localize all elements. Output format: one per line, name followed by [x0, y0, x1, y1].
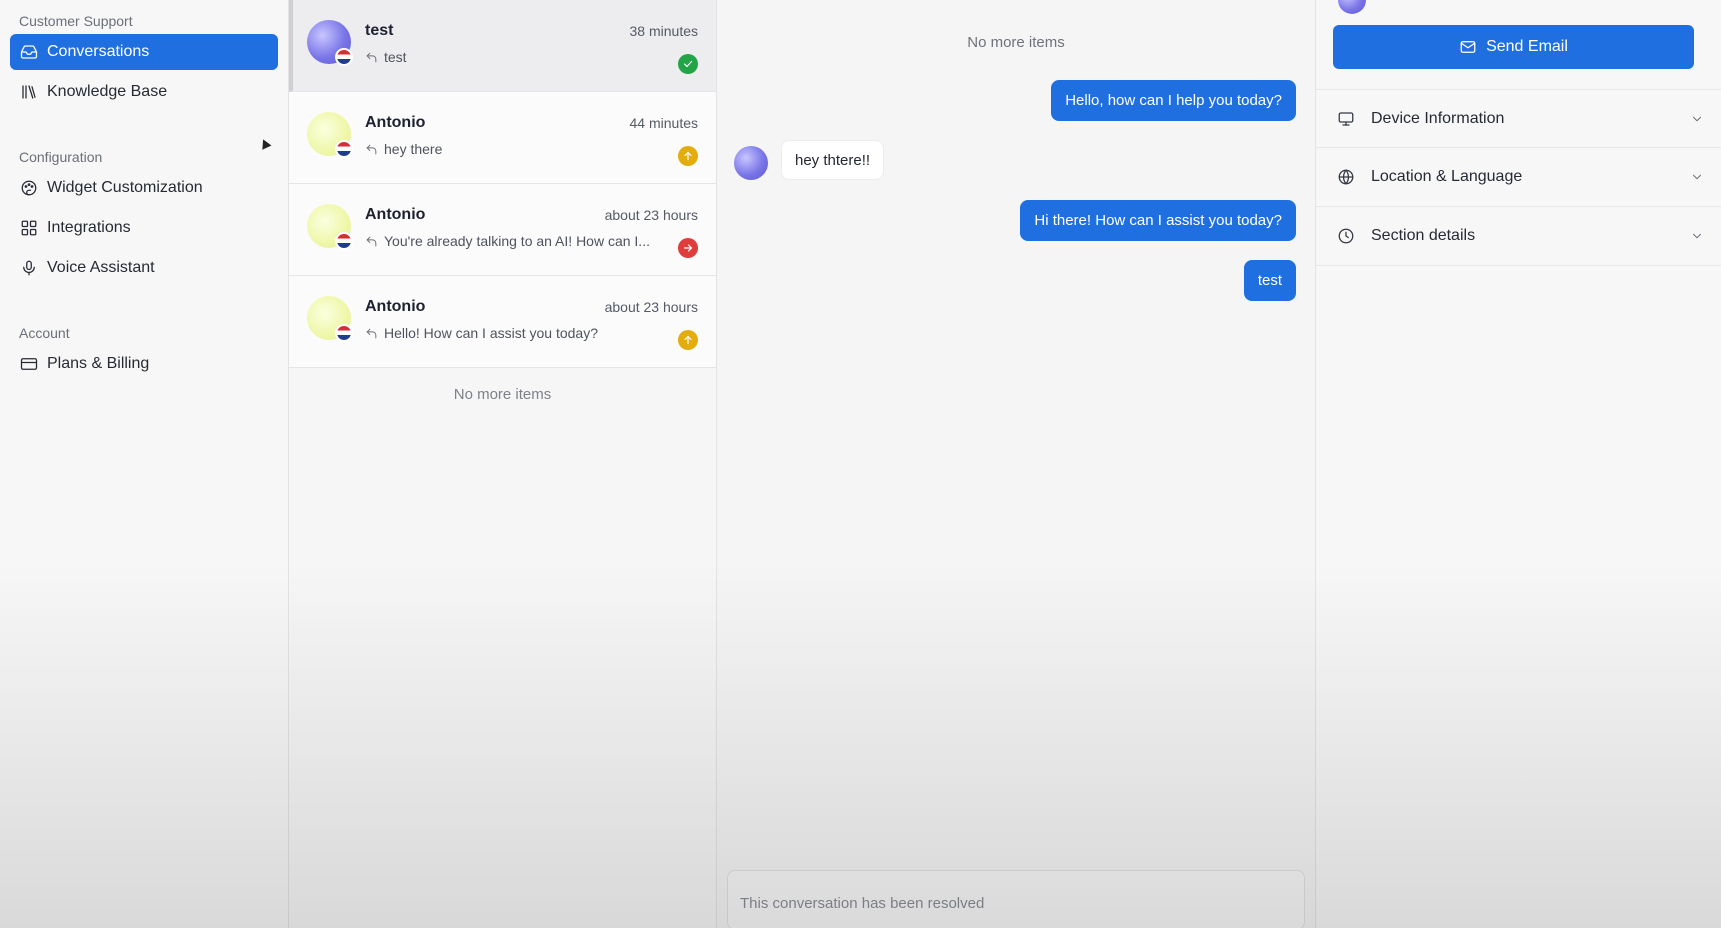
accordion-section-details[interactable]: Section details [1316, 207, 1721, 266]
conversation-preview: You're already talking to an AI! How can… [384, 233, 650, 249]
conversation-time: 38 minutes [629, 23, 698, 39]
details-accordion: Device Information Location & Language S… [1316, 89, 1721, 266]
sidebar-item-label: Knowledge Base [47, 83, 168, 100]
monitor-icon [1337, 110, 1355, 128]
reply-icon [365, 327, 378, 340]
section-label-configuration: Configuration [19, 149, 103, 165]
avatar [1338, 0, 1366, 14]
resolved-notice: This conversation has been resolved [727, 870, 1305, 928]
grid-icon [20, 219, 38, 237]
agent-message: Hello, how can I help you today? [1051, 80, 1296, 121]
avatar [307, 20, 353, 66]
resolved-status-icon [678, 54, 698, 74]
arrow-up-status-icon [678, 330, 698, 350]
chevron-down-icon [1690, 112, 1704, 126]
library-icon [20, 83, 38, 101]
conversation-item[interactable]: Antonio about 23 hours Hello! How can I … [289, 276, 716, 368]
flag-icon [335, 140, 353, 158]
sidebar-item-integrations[interactable]: Integrations [10, 210, 278, 246]
accordion-label: Location & Language [1371, 168, 1523, 185]
chevron-down-icon [1690, 170, 1704, 184]
conversation-item[interactable]: Antonio 44 minutes hey there [289, 92, 716, 184]
mail-icon [1460, 41, 1476, 53]
accordion-label: Device Information [1371, 109, 1505, 127]
user-message: hey thtere!! [781, 140, 885, 180]
sidebar-item-label: Voice Assistant [47, 259, 155, 276]
reply-icon [365, 51, 378, 64]
conversation-time: 44 minutes [629, 115, 698, 131]
flag-icon [335, 324, 353, 342]
sidebar-item-knowledge-base[interactable]: Knowledge Base [10, 74, 278, 110]
sidebar-item-label: Integrations [47, 219, 131, 236]
avatar [307, 112, 353, 158]
conversation-item[interactable]: Antonio about 23 hours You're already ta… [289, 184, 716, 276]
chat-top-text: No more items [967, 34, 1065, 51]
conversation-preview: hey there [384, 141, 443, 157]
globe-icon [1337, 168, 1355, 186]
details-panel: Send Email Device Information Location &… [1316, 0, 1721, 928]
agent-message: test [1243, 260, 1296, 301]
sidebar: Customer Support Conversations Knowledge… [0, 0, 289, 928]
sidebar-item-widget-customization[interactable]: Widget Customization [10, 170, 278, 206]
accordion-location-language[interactable]: Location & Language [1316, 148, 1721, 207]
clock-icon [1337, 227, 1355, 245]
sidebar-item-label: Plans & Billing [47, 355, 150, 372]
accordion-label: Section details [1371, 227, 1476, 244]
avatar [307, 296, 353, 342]
conversation-time: about 23 hours [604, 299, 698, 315]
send-email-label: Send Email [1486, 38, 1568, 55]
contact-header [1338, 0, 1366, 14]
avatar [734, 146, 768, 180]
app-root: Customer Support Conversations Knowledge… [0, 0, 1721, 928]
arrow-up-status-icon [678, 146, 698, 166]
avatar [307, 204, 353, 250]
section-label-support: Customer Support [19, 13, 133, 29]
conversation-list: test 38 minutes test Antonio 44 minutes … [289, 0, 717, 928]
conversation-preview: test [384, 49, 407, 65]
conversation-item[interactable]: test 38 minutes test [289, 0, 716, 92]
sidebar-item-label: Widget Customization [47, 179, 203, 196]
microphone-icon [20, 259, 38, 277]
sidebar-item-conversations[interactable]: Conversations [10, 34, 278, 70]
conversation-preview: Hello! How can I assist you today? [384, 325, 598, 341]
arrow-right-status-icon [678, 238, 698, 258]
chat-panel: No more items Hello, how can I help you … [717, 0, 1316, 928]
flag-icon [335, 232, 353, 250]
reply-icon [365, 235, 378, 248]
accordion-device-information[interactable]: Device Information [1316, 89, 1721, 148]
section-label-account: Account [19, 325, 70, 341]
reply-icon [365, 143, 378, 156]
list-end-text: No more items [453, 386, 552, 403]
chevron-down-icon [1690, 229, 1704, 243]
palette-icon [20, 179, 38, 197]
sidebar-item-voice-assistant[interactable]: Voice Assistant [10, 250, 278, 286]
conversation-time: about 23 hours [604, 207, 698, 223]
inbox-icon [20, 43, 38, 61]
credit-card-icon [20, 355, 38, 373]
sidebar-item-label: Conversations [47, 43, 150, 60]
send-email-button[interactable]: Send Email [1333, 25, 1694, 69]
agent-message: Hi there! How can I assist you today? [1020, 200, 1296, 241]
sidebar-item-plans-billing[interactable]: Plans & Billing [10, 346, 278, 382]
flag-icon [335, 48, 353, 66]
